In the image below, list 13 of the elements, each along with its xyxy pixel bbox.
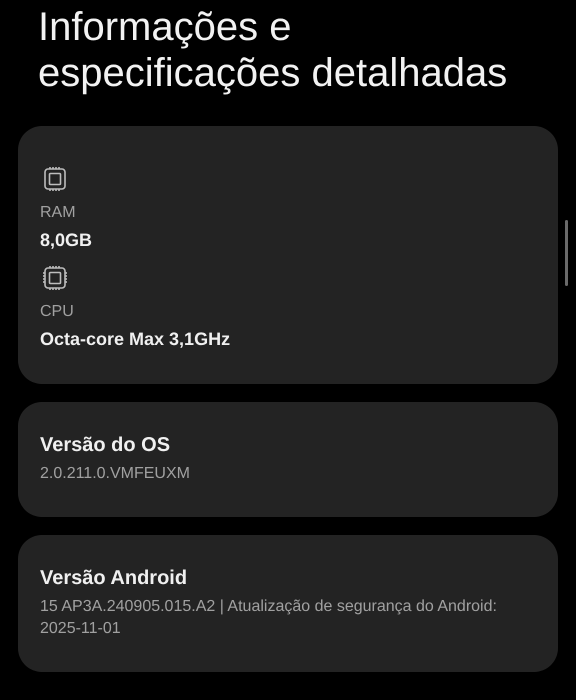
scrollbar: [565, 220, 568, 286]
info-title: Versão do OS: [40, 434, 172, 457]
info-value: 2.0.211.0.VMFEUXM: [40, 464, 191, 484]
info-card[interactable]: Versão Android 15 AP3A.240905.015.A2 | Atualização de segurança do Android: 2025-11-01: [18, 535, 558, 672]
spec-value: Octa-core Max 3,1GHz: [40, 329, 230, 350]
spec-label: RAM: [40, 204, 76, 222]
processor-chip-icon: [40, 263, 70, 293]
page-title: Informações e especificações detalhadas: [38, 4, 508, 96]
info-value: 15 AP3A.240905.015.A2 | Atualização de segurança do Android: 2025-11-01: [40, 597, 498, 639]
info-title: Versão Android: [40, 567, 188, 590]
info-card[interactable]: Versão do OS 2.0.211.0.VMFEUXM: [18, 402, 558, 517]
spec-value: 8,0GB: [40, 230, 92, 251]
spec-label: CPU: [40, 303, 74, 321]
